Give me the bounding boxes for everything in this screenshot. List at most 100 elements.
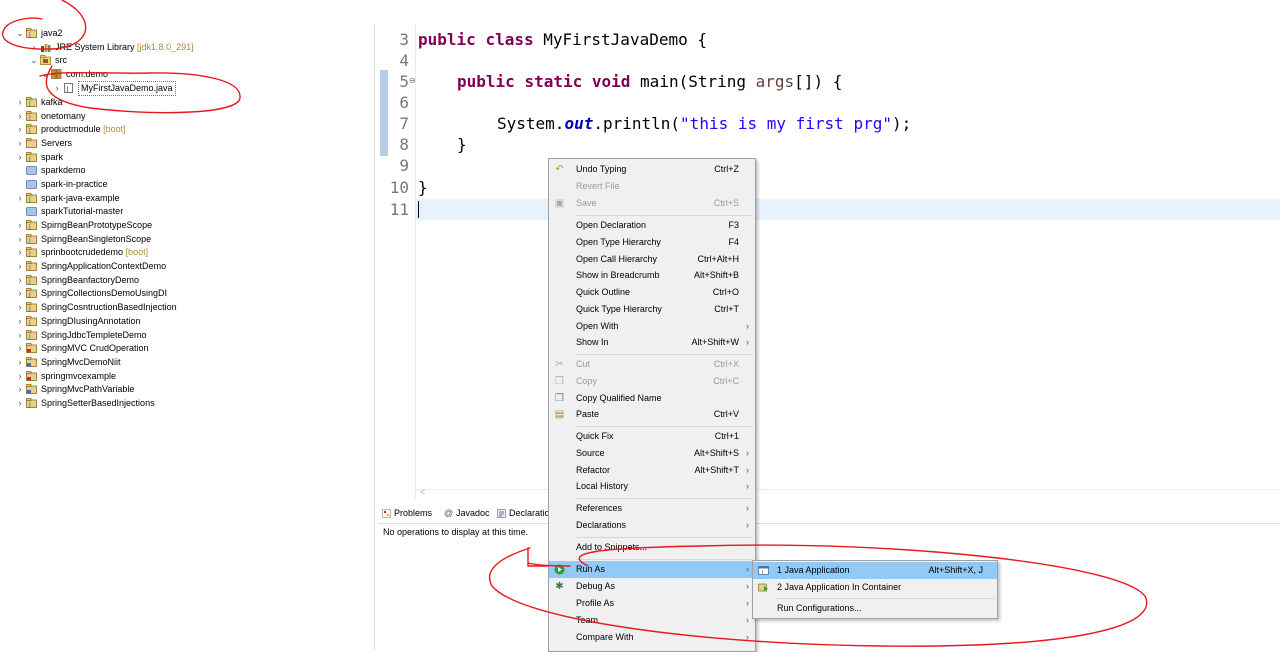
tree-item-label: spark — [41, 152, 64, 162]
submenu-arrow-icon: › — [746, 632, 749, 642]
expand-twisty-icon[interactable]: ⌄ — [30, 54, 38, 67]
current-line-highlight — [416, 199, 1280, 220]
menu-item-refactor[interactable]: Refactor Alt+Shift+T › — [549, 462, 755, 479]
collapse-twisty-icon[interactable]: › — [16, 370, 24, 383]
menu-separator — [575, 559, 753, 560]
collapse-twisty-icon[interactable]: › — [16, 110, 24, 123]
java-editor[interactable]: 3 4 5 ⊖ 6 7 8 9 10 11 public class MyFir… — [378, 24, 1280, 499]
menu-item-show-in[interactable]: Show In Alt+Shift+W › — [549, 334, 755, 351]
copy-icon: ❐ — [555, 376, 564, 387]
menu-item-local-history[interactable]: Local History › — [549, 478, 755, 495]
menu-item-copy[interactable]: ❐ Copy Ctrl+C — [549, 373, 755, 390]
tab-javadoc[interactable]: @ Javadoc — [444, 506, 490, 520]
svg-text:J: J — [28, 32, 31, 39]
collapse-twisty-icon[interactable]: › — [16, 329, 24, 342]
line-number: 9 — [399, 156, 409, 175]
java-project-icon: J — [26, 261, 37, 271]
svg-text:J: J — [28, 265, 31, 272]
menu-item-quick-fix[interactable]: Quick Fix Ctrl+1 — [549, 428, 755, 445]
tree-item-label: spark-java-example — [41, 193, 120, 203]
collapse-twisty-icon[interactable]: › — [16, 137, 24, 150]
tree-item-label: JRE System Library [jdk1.8.0_291] — [55, 42, 194, 52]
ruler-divider — [415, 24, 416, 499]
java-file-icon: J — [64, 83, 73, 93]
menu-item-team[interactable]: Team › — [549, 612, 755, 629]
scroll-left-icon[interactable]: < — [420, 487, 425, 497]
code-line: System.out.println("this is my first prg… — [497, 114, 912, 133]
menu-item-quick-outline[interactable]: Quick Outline Ctrl+O — [549, 284, 755, 301]
run-icon — [554, 564, 565, 575]
menu-item-copy-qualified-name[interactable]: ❐ Copy Qualified Name — [549, 390, 755, 407]
menu-item-source[interactable]: Source Alt+Shift+S › — [549, 445, 755, 462]
menu-item-open-type-hierarchy[interactable]: Open Type Hierarchy F4 — [549, 234, 755, 251]
submenu-arrow-icon: › — [746, 321, 749, 331]
collapse-twisty-icon[interactable]: › — [16, 315, 24, 328]
tab-problems[interactable]: Problems — [382, 506, 432, 520]
collapse-twisty-icon[interactable]: › — [16, 383, 24, 396]
menu-item-show-in-breadcrumb[interactable]: Show in Breadcrumb Alt+Shift+B — [549, 267, 755, 284]
line-number: 3 — [399, 30, 409, 49]
menu-item-open-declaration[interactable]: Open Declaration F3 — [549, 217, 755, 234]
menu-item-declarations[interactable]: Declarations › — [549, 517, 755, 534]
collapse-twisty-icon[interactable]: › — [16, 342, 24, 355]
collapse-twisty-icon[interactable]: › — [16, 233, 24, 246]
collapse-twisty-icon[interactable]: › — [16, 151, 24, 164]
horizontal-scrollbar[interactable]: < — [416, 487, 1280, 500]
submenu-arrow-icon: › — [746, 337, 749, 347]
menu-item-compare-with[interactable]: Compare With › — [549, 629, 755, 646]
collapse-twisty-icon[interactable]: › — [16, 287, 24, 300]
collapse-twisty-icon[interactable]: › — [16, 274, 24, 287]
tree-item-label: SpringDIusingAnnotation — [41, 316, 141, 326]
menu-separator — [575, 215, 753, 216]
expand-twisty-icon[interactable]: ⌄ — [41, 68, 49, 81]
menu-separator — [575, 354, 753, 355]
paste-icon: ▤ — [554, 409, 565, 420]
java-container-icon — [758, 582, 769, 593]
menu-item-paste[interactable]: ▤ Paste Ctrl+V — [549, 406, 755, 423]
svg-text:J: J — [28, 197, 31, 204]
collapse-twisty-icon[interactable]: › — [16, 192, 24, 205]
menu-item-save[interactable]: ▣ Save Ctrl+S — [549, 195, 755, 212]
collapse-twisty-icon[interactable]: › — [16, 397, 24, 410]
java-project-icon: J — [26, 288, 37, 298]
code-line: public class MyFirstJavaDemo { — [418, 30, 707, 49]
menu-item-debug-as[interactable]: ✱ Debug As › — [549, 578, 755, 595]
menu-item-open-call-hierarchy[interactable]: Open Call Hierarchy Ctrl+Alt+H — [549, 251, 755, 268]
expand-twisty-icon[interactable]: ⌄ — [16, 27, 24, 40]
menu-item-add-to-snippets[interactable]: Add to Snippets... — [549, 539, 755, 556]
menu-item-java-application-in-container[interactable]: 2 Java Application In Container — [753, 579, 997, 596]
problems-icon — [382, 509, 391, 518]
collapse-twisty-icon[interactable]: › — [30, 41, 38, 54]
menu-item-java-application[interactable]: J 1 Java Application Alt+Shift+X, J — [753, 562, 997, 579]
svg-text:J: J — [28, 334, 31, 341]
tab-declaration[interactable]: Declaratio — [497, 506, 550, 520]
fold-toggle-icon[interactable]: ⊖ — [409, 76, 416, 85]
collapse-twisty-icon[interactable]: › — [16, 301, 24, 314]
menu-item-run-as[interactable]: Run As › — [549, 561, 755, 578]
java-project-icon: J — [26, 111, 37, 121]
collapse-twisty-icon[interactable]: › — [16, 123, 24, 136]
java-project-icon: J — [26, 234, 37, 244]
collapse-twisty-icon[interactable]: › — [16, 260, 24, 273]
closed-project-icon — [26, 180, 37, 189]
collapse-twisty-icon[interactable]: › — [53, 82, 61, 95]
menu-item-quick-type-hierarchy[interactable]: Quick Type Hierarchy Ctrl+T — [549, 301, 755, 318]
menu-item-run-configurations[interactable]: Run Configurations... — [753, 600, 997, 617]
collapse-twisty-icon[interactable]: › — [16, 219, 24, 232]
collapse-twisty-icon[interactable]: › — [16, 96, 24, 109]
svg-text:J: J — [28, 101, 31, 108]
menu-item-cut[interactable]: ✂ Cut Ctrl+X — [549, 356, 755, 373]
tree-item-label: SpringCosntructionBasedInjection — [41, 302, 177, 312]
menu-item-open-with[interactable]: Open With › — [549, 318, 755, 335]
sash-divider[interactable] — [374, 24, 375, 650]
closed-project-icon — [26, 207, 37, 216]
menu-item-undo-typing[interactable]: ↶ Undo Typing Ctrl+Z — [549, 161, 755, 178]
collapse-twisty-icon[interactable]: › — [16, 246, 24, 259]
menu-item-revert-file[interactable]: Revert File — [549, 178, 755, 195]
java-project-icon: J — [26, 97, 37, 107]
collapse-twisty-icon[interactable]: › — [16, 356, 24, 369]
menu-item-references[interactable]: References › — [549, 500, 755, 517]
code-line: } — [418, 178, 428, 197]
javadoc-icon: @ — [444, 508, 454, 519]
menu-item-profile-as[interactable]: Profile As › — [549, 595, 755, 612]
